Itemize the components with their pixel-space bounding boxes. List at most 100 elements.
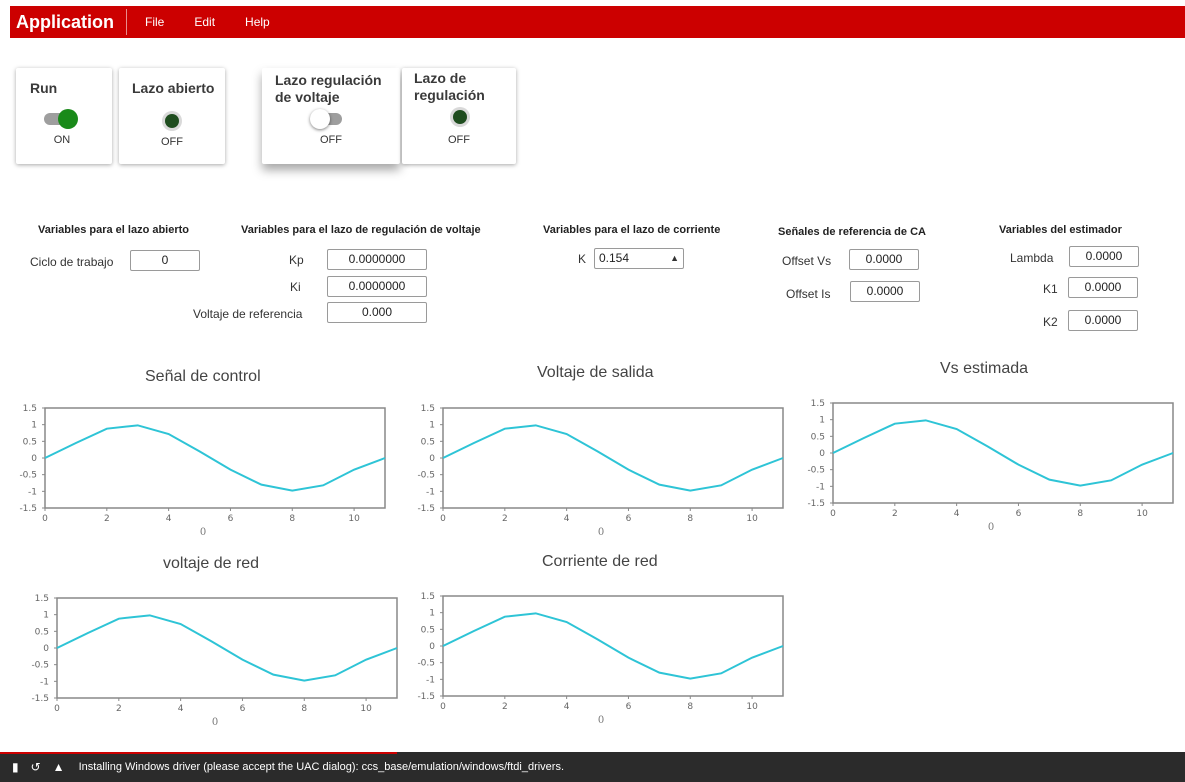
y-tick-label: 0 [819, 449, 825, 459]
x-tick-label: 4 [178, 704, 184, 714]
status-bar: ▮ ↺ ▲ Installing Windows driver (please … [0, 752, 1185, 782]
y-tick-label: 0.5 [23, 437, 37, 447]
offset-vs-label: Offset Vs [782, 254, 832, 268]
kp-input[interactable]: 0.0000000 [327, 249, 427, 270]
toggle-knob [58, 109, 78, 129]
y-tick-label: -1 [40, 677, 49, 687]
y-tick-label: 1 [429, 609, 435, 619]
k-value: 0.154 [599, 251, 630, 265]
x-tick-label: 6 [626, 702, 632, 712]
run-state: ON [53, 134, 71, 146]
y-tick-label: 0.5 [811, 432, 825, 442]
chart-grid-voltage: 1.5 1 0.5 0 -0.5 -1 -1.5 0 2 4 6 8 10 0 [12, 585, 402, 728]
connection-icon[interactable]: ↺ [31, 760, 41, 774]
regulation-loop-state: OFF [448, 134, 470, 146]
toggle-knob [310, 109, 330, 129]
x-tick-label: 2 [116, 704, 122, 714]
chart-grid-current: 1.5 1 0.5 0 -0.5 -1 -1.5 0 2 4 6 8 10 0 [398, 583, 788, 726]
y-tick-label: -1.5 [807, 499, 825, 509]
menu-bar: Application File Edit Help [10, 6, 1185, 38]
k1-input[interactable]: 0.0000 [1068, 277, 1138, 298]
app-title: Application [16, 11, 114, 32]
chart-estimated-vs: 1.5 1 0.5 0 -0.5 -1 -1.5 0 2 4 6 8 10 0 [788, 390, 1178, 533]
y-tick-label: 0 [429, 642, 435, 652]
voltage-loop-vars-header: Variables para el lazo de regulación de … [241, 224, 481, 236]
y-tick-label: -0.5 [31, 661, 49, 671]
x-tick-label: 2 [502, 514, 508, 524]
spinner-arrows-icon[interactable]: ▲ [670, 249, 679, 268]
regulation-loop-indicator-led [453, 110, 467, 124]
y-tick-label: -0.5 [417, 659, 435, 669]
y-tick-label: 0.5 [35, 627, 49, 637]
menu-help[interactable]: Help [245, 15, 270, 29]
k2-input[interactable]: 0.0000 [1068, 310, 1138, 331]
y-tick-label: -1.5 [31, 694, 49, 704]
x-tick-label: 6 [626, 514, 632, 524]
open-loop-indicator-led [165, 114, 179, 128]
y-tick-label: 0 [429, 454, 435, 464]
x-tick-label: 10 [1136, 509, 1148, 519]
chart-svg: 1.5 1 0.5 0 -0.5 -1 -1.5 0 2 4 6 8 10 0 [19, 404, 386, 538]
y-tick-label: 1.5 [35, 594, 49, 604]
x-axis-label: 0 [598, 715, 604, 726]
y-tick-label: -1 [816, 482, 825, 492]
menu-separator [126, 9, 127, 35]
x-tick-label: 6 [228, 514, 234, 524]
x-tick-label: 8 [289, 514, 295, 524]
x-tick-label: 10 [746, 514, 758, 524]
x-axis-label: 0 [212, 717, 218, 728]
current-loop-vars-header: Variables para el lazo de corriente [543, 224, 721, 236]
y-tick-label: 0 [43, 644, 49, 654]
x-tick-label: 2 [502, 702, 508, 712]
caret-up-icon[interactable]: ▲ [53, 760, 65, 774]
ki-input[interactable]: 0.0000000 [327, 276, 427, 297]
y-tick-label: 1.5 [421, 592, 435, 602]
y-tick-label: 0.5 [421, 625, 435, 635]
x-tick-label: 2 [892, 509, 898, 519]
open-loop-title: Lazo abierto [132, 80, 215, 96]
x-tick-label: 0 [440, 702, 446, 712]
duty-cycle-label: Ciclo de trabajo [30, 255, 114, 269]
status-progress-bar [0, 752, 397, 754]
y-tick-label: 1 [43, 611, 49, 621]
chart-output-voltage: 1.5 1 0.5 0 -0.5 -1 -1.5 0 2 4 6 8 10 0 [398, 395, 788, 538]
y-tick-label: -0.5 [19, 471, 37, 481]
k2-label: K2 [1043, 315, 1058, 329]
y-tick-label: 0.5 [421, 437, 435, 447]
kp-label: Kp [289, 253, 304, 267]
x-tick-label: 4 [564, 514, 570, 524]
chart-svg: 1.5 1 0.5 0 -0.5 -1 -1.5 0 2 4 6 8 10 0 [807, 399, 1174, 533]
k1-label: K1 [1043, 282, 1058, 296]
reference-voltage-input[interactable]: 0.000 [327, 302, 427, 323]
chart-svg: 1.5 1 0.5 0 -0.5 -1 -1.5 0 2 4 6 8 10 0 [31, 594, 398, 728]
plot-area [442, 595, 784, 697]
regulation-loop-card: Lazo de regulación OFF [402, 68, 516, 164]
voltage-loop-toggle[interactable] [310, 109, 342, 129]
menu-edit[interactable]: Edit [194, 15, 215, 29]
x-axis-label: 0 [200, 527, 206, 538]
chart-svg: 1.5 1 0.5 0 -0.5 -1 -1.5 0 2 4 6 8 10 0 [417, 592, 784, 726]
open-loop-vars-header: Variables para el lazo abierto [38, 224, 190, 236]
k-spinbox[interactable]: 0.154 ▲ [594, 248, 684, 269]
offset-vs-input[interactable]: 0.0000 [849, 249, 919, 270]
estimator-vars-header: Variables del estimador [999, 224, 1122, 236]
lambda-input[interactable]: 0.0000 [1069, 246, 1139, 267]
plot-area [442, 407, 784, 509]
y-tick-label: 1 [429, 421, 435, 431]
y-tick-label: -1.5 [417, 692, 435, 702]
chart-svg: 1.5 1 0.5 0 -0.5 -1 -1.5 0 2 4 6 8 10 0 [417, 404, 784, 538]
offset-is-input[interactable]: 0.0000 [850, 281, 920, 302]
menu-file[interactable]: File [145, 15, 164, 29]
x-tick-label: 6 [1016, 509, 1022, 519]
y-tick-label: -1 [28, 487, 37, 497]
x-tick-label: 8 [687, 702, 693, 712]
book-icon[interactable]: ▮ [12, 760, 19, 774]
y-tick-label: 1.5 [23, 404, 37, 414]
run-toggle[interactable] [44, 109, 78, 129]
x-tick-label: 4 [954, 509, 960, 519]
duty-cycle-input[interactable]: 0 [130, 250, 200, 271]
offset-is-label: Offset Is [786, 287, 831, 301]
y-tick-label: 1 [819, 416, 825, 426]
x-tick-label: 6 [240, 704, 246, 714]
chart-title-grid-current: Corriente de red [542, 553, 658, 570]
